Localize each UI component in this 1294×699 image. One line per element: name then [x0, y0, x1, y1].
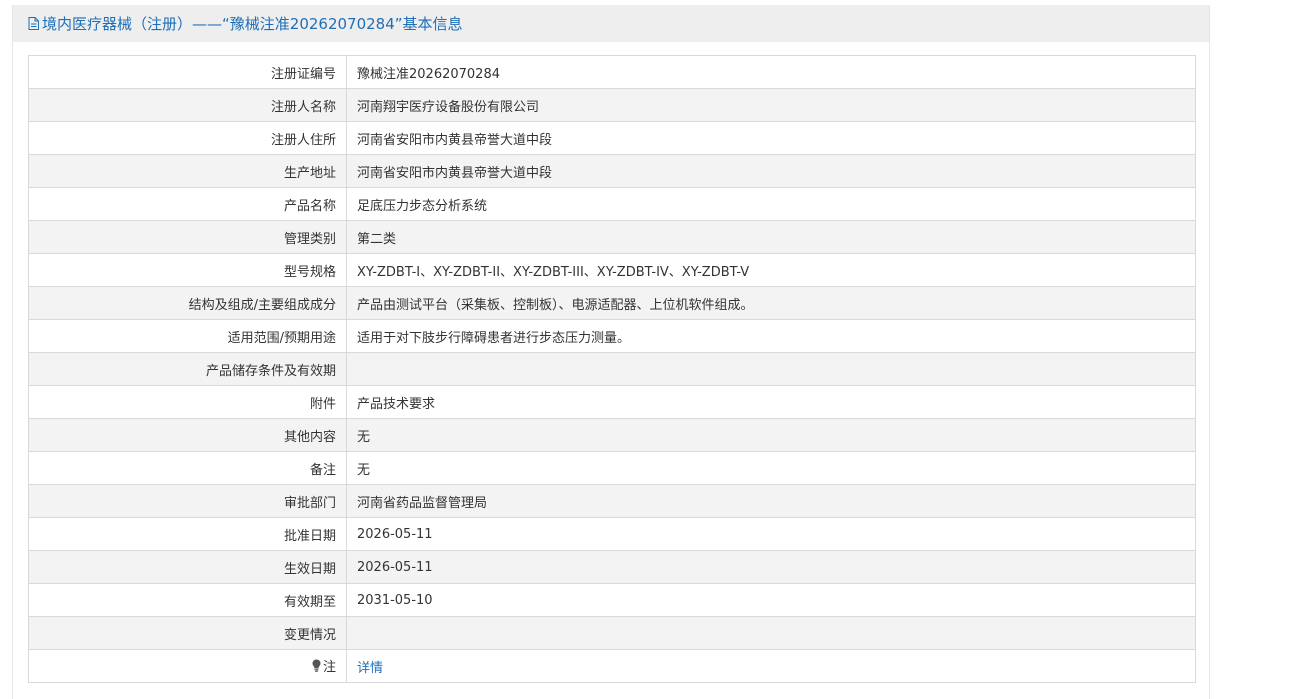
table-row: 其他内容无 [28, 418, 1196, 452]
field-value: 河南翔宇医疗设备股份有限公司 [346, 88, 1196, 122]
table-row: 管理类别 第二类 [28, 220, 1196, 254]
field-label: 注册人住所 [28, 121, 347, 155]
document-icon [28, 17, 39, 30]
table-row: 产品储存条件及有效期 [28, 352, 1196, 386]
field-value: 适用于对下肢步行障碍患者进行步态压力测量。 [346, 319, 1196, 353]
field-value: 河南省安阳市内黄县帝誉大道中段 [346, 121, 1196, 155]
table-row: 适用范围/预期用途 适用于对下肢步行障碍患者进行步态压力测量。 [28, 319, 1196, 353]
field-label: 注册人名称 [28, 88, 347, 122]
field-value: 产品技术要求 [346, 385, 1196, 419]
field-label: 管理类别 [28, 220, 347, 254]
field-label: 注册证编号 [28, 55, 347, 89]
field-value: 2031-05-10 [346, 583, 1196, 617]
field-label: 备注 [28, 451, 347, 485]
field-label: 型号规格 [28, 253, 347, 287]
note-label: 注 [322, 660, 336, 675]
field-value: 2026-05-11 [346, 550, 1196, 584]
field-value: 第二类 [346, 220, 1196, 254]
field-label: 有效期至 [28, 583, 347, 617]
info-panel: 境内医疗器械（注册）——“豫械注准20262070284”基本信息 注册证编号豫… [12, 5, 1210, 699]
field-value: 河南省安阳市内黄县帝誉大道中段 [346, 154, 1196, 188]
table-row: 备注无 [28, 451, 1196, 485]
table-row: 生产地址 河南省安阳市内黄县帝誉大道中段 [28, 154, 1196, 188]
page-title: 境内医疗器械（注册）——“豫械注准20262070284”基本信息 [42, 15, 463, 33]
field-label: 附件 [28, 385, 347, 419]
field-value: 无 [346, 418, 1196, 452]
details-link[interactable]: 详情 [357, 661, 383, 676]
field-label: 批准日期 [28, 517, 347, 551]
table-row-note: 注 详情 [28, 649, 1196, 683]
table-row: 审批部门 河南省药品监督管理局 [28, 484, 1196, 518]
table-row: 有效期至 2031-05-10 [28, 583, 1196, 617]
field-value: 无 [346, 451, 1196, 485]
table-row: 注册证编号 豫械注准20262070284 [28, 55, 1196, 89]
field-value: 产品由测试平台（采集板、控制板）、电源适配器、上位机软件组成。 [346, 286, 1196, 320]
note-label-cell: 注 [28, 649, 347, 683]
field-label: 生效日期 [28, 550, 347, 584]
table-row: 注册人名称 河南翔宇医疗设备股份有限公司 [28, 88, 1196, 122]
table-row: 生效日期 2026-05-11 [28, 550, 1196, 584]
table-row: 变更情况 [28, 616, 1196, 650]
field-value: 豫械注准20262070284 [346, 55, 1196, 89]
field-value: 河南省药品监督管理局 [346, 484, 1196, 518]
field-label: 其他内容 [28, 418, 347, 452]
field-label: 结构及组成/主要组成成分 [28, 286, 347, 320]
note-label-group: 注 [312, 656, 336, 675]
table-row: 产品名称 足底压力步态分析系统 [28, 187, 1196, 221]
field-value: 足底压力步态分析系统 [346, 187, 1196, 221]
table-row: 型号规格 XY-ZDBT-I、XY-ZDBT-II、XY-ZDBT-III、XY-… [28, 253, 1196, 287]
field-label: 生产地址 [28, 154, 347, 188]
table-row: 附件 产品技术要求 [28, 385, 1196, 419]
field-label: 变更情况 [28, 616, 347, 650]
field-label: 产品储存条件及有效期 [28, 352, 347, 386]
field-value: 2026-05-11 [346, 517, 1196, 551]
field-value [346, 616, 1196, 650]
field-label: 审批部门 [28, 484, 347, 518]
table-row: 批准日期 2026-05-11 [28, 517, 1196, 551]
table-row: 结构及组成/主要组成成分 产品由测试平台（采集板、控制板）、电源适配器、上位机软件… [28, 286, 1196, 320]
panel-header: 境内医疗器械（注册）——“豫械注准20262070284”基本信息 [13, 5, 1209, 42]
field-value [346, 352, 1196, 386]
info-table: 注册证编号 豫械注准20262070284 注册人名称 河南翔宇医疗设备股份有限公司注… [28, 55, 1196, 683]
field-label: 适用范围/预期用途 [28, 319, 347, 353]
lightbulb-icon [312, 659, 321, 672]
field-value: XY-ZDBT-I、XY-ZDBT-II、XY-ZDBT-III、XY-ZDBT… [346, 253, 1196, 287]
note-value-cell: 详情 [346, 649, 1196, 683]
table-row: 注册人住所 河南省安阳市内黄县帝誉大道中段 [28, 121, 1196, 155]
field-label: 产品名称 [28, 187, 347, 221]
